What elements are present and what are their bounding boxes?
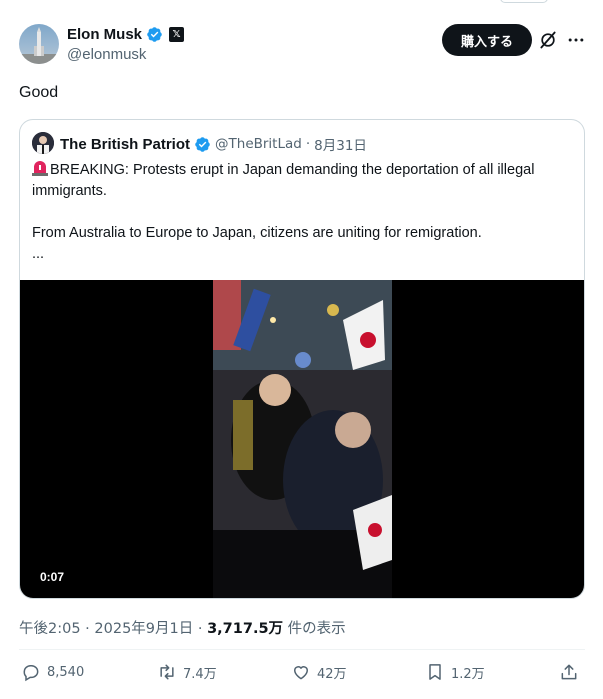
view-count: 3,717.5万 bbox=[207, 621, 284, 637]
like-count: 42万 bbox=[317, 666, 347, 682]
quoted-avatar-figure-icon bbox=[32, 132, 54, 154]
quoted-handle[interactable]: @TheBritLad bbox=[215, 136, 302, 152]
quoted-line-1: BREAKING: Protests erupt in Japan demand… bbox=[32, 162, 535, 199]
reply-icon bbox=[23, 665, 39, 682]
more-options-icon[interactable] bbox=[566, 30, 586, 50]
reply-count: 8,540 bbox=[47, 664, 85, 680]
video-frame bbox=[213, 280, 392, 598]
buy-button[interactable]: 購入する bbox=[442, 24, 532, 56]
quoted-separator: · bbox=[305, 136, 311, 152]
rotating-light-icon bbox=[32, 161, 48, 176]
reply-button[interactable]: 8,540 bbox=[21, 662, 84, 682]
quoted-date[interactable]: 8月31日 bbox=[314, 134, 367, 154]
avatar[interactable] bbox=[19, 24, 59, 64]
video-player[interactable]: 0:07 bbox=[20, 280, 584, 598]
heart-icon bbox=[294, 666, 308, 680]
author-handle[interactable]: @elonmusk bbox=[67, 46, 146, 63]
quoted-line-2: From Australia to Europe to Japan, citiz… bbox=[32, 225, 482, 241]
video-duration: 0:07 bbox=[40, 570, 65, 584]
quoted-header: The British Patriot @TheBritLad · 8月31日 bbox=[60, 134, 367, 155]
bookmark-button[interactable]: 1.2万 bbox=[425, 662, 485, 682]
action-bar: 8,540 7.4万 42万 1.2万 bbox=[19, 662, 585, 688]
divider bbox=[19, 649, 585, 650]
repost-count: 7.4万 bbox=[183, 666, 217, 682]
like-button[interactable]: 42万 bbox=[291, 662, 347, 682]
quoted-name[interactable]: The British Patriot bbox=[60, 136, 190, 153]
quoted-ellipsis: ... bbox=[32, 246, 45, 262]
meta-separator-2: · bbox=[197, 621, 203, 637]
share-icon bbox=[561, 664, 577, 680]
video-thumbnail bbox=[213, 280, 392, 598]
grok-icon[interactable] bbox=[538, 30, 558, 50]
tweet-text: Good bbox=[19, 84, 59, 101]
verified-badge-icon[interactable] bbox=[146, 26, 163, 43]
author-name[interactable]: Elon Musk bbox=[67, 26, 142, 43]
previous-tweet-edge bbox=[500, 0, 548, 3]
bookmark-count: 1.2万 bbox=[451, 666, 485, 682]
tweet-meta: 午後2:05 · 2025年9月1日 · 3,717.5万 件の表示 bbox=[19, 617, 346, 638]
bookmark-icon bbox=[429, 664, 441, 680]
view-label: 件の表示 bbox=[287, 621, 346, 637]
quoted-avatar[interactable] bbox=[32, 132, 54, 154]
x-affiliate-badge-icon[interactable]: 𝕏 bbox=[169, 27, 185, 42]
meta-separator-1: · bbox=[85, 621, 90, 637]
repost-icon bbox=[160, 664, 174, 680]
author-name-row: Elon Musk 𝕏 bbox=[67, 26, 185, 43]
tweet-date[interactable]: 2025年9月1日 bbox=[94, 621, 193, 637]
avatar-rocket-icon bbox=[19, 27, 59, 64]
repost-button[interactable]: 7.4万 bbox=[157, 662, 217, 682]
quoted-tweet[interactable]: The British Patriot @TheBritLad · 8月31日 … bbox=[19, 119, 585, 599]
quoted-body: BREAKING: Protests erupt in Japan demand… bbox=[32, 160, 572, 265]
tweet-time[interactable]: 午後2:05 bbox=[19, 621, 81, 637]
share-button[interactable] bbox=[559, 662, 579, 682]
quoted-verified-badge-icon[interactable] bbox=[194, 136, 211, 153]
